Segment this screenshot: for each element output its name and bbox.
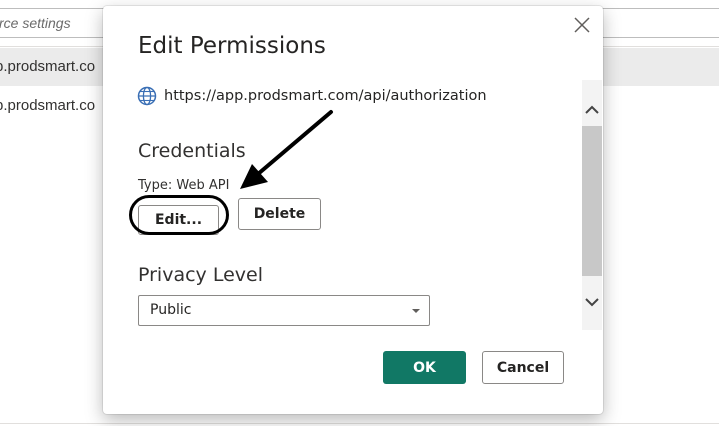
globe-icon (137, 86, 157, 106)
dialog-scroll-area: https://app.prodsmart.com/api/authorizat… (103, 80, 603, 330)
background-divider (0, 423, 719, 424)
privacy-level-dropdown[interactable]: Public (138, 295, 430, 326)
close-icon (574, 17, 590, 33)
cancel-button[interactable]: Cancel (482, 351, 564, 384)
scroll-up-button[interactable] (582, 98, 602, 122)
scroll-down-button[interactable] (582, 290, 602, 314)
data-source-url: https://app.prodsmart.com/api/authorizat… (164, 88, 487, 104)
close-button[interactable] (569, 12, 595, 38)
edit-permissions-dialog: Edit Permissions https://app.prodsmart.c… (103, 6, 603, 414)
edit-credentials-button[interactable]: Edit... (138, 205, 219, 235)
privacy-level-heading: Privacy Level (138, 264, 263, 286)
delete-credentials-button[interactable]: Delete (238, 198, 321, 230)
dialog-title: Edit Permissions (138, 33, 326, 59)
credentials-heading: Credentials (138, 140, 246, 162)
chevron-down-icon (585, 298, 599, 307)
ok-button[interactable]: OK (383, 351, 466, 384)
vertical-scrollbar[interactable] (582, 80, 602, 330)
data-source-url-row: https://app.prodsmart.com/api/authorizat… (137, 86, 487, 106)
background-search-input[interactable] (0, 15, 119, 31)
chevron-down-icon (412, 309, 420, 313)
credential-type: Type: Web API (138, 178, 230, 193)
chevron-up-icon (585, 105, 599, 114)
scrollbar-thumb[interactable] (582, 126, 602, 276)
background-list-item-label: p.prodsmart.co (0, 97, 96, 114)
background-list-item-label: p.prodsmart.co (0, 58, 96, 75)
privacy-level-value: Public (150, 302, 192, 318)
